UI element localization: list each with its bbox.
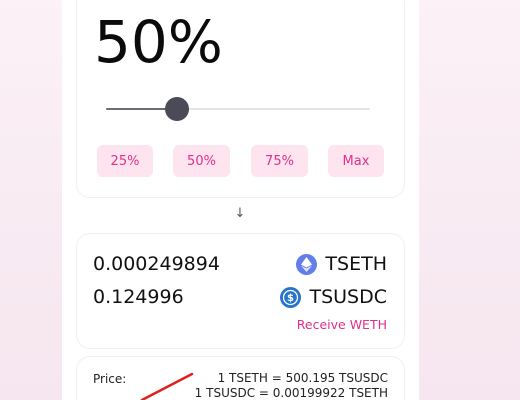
receive-weth-link[interactable]: Receive WETH [297,317,387,332]
tseth-label: TSETH [325,253,387,275]
max-button[interactable]: Max [328,145,384,177]
tsusdc-label: TSUSDC [309,286,387,308]
tseth-token: TSETH [296,253,387,275]
svg-text:$: $ [287,293,294,304]
percent-display: 50% [94,8,223,76]
percent-25-button[interactable]: 25% [97,145,153,177]
price-tseth-in-tsusdc: 1 TSETH = 500.195 TSUSDC [217,371,388,385]
annotation-arrow-icon [140,372,194,400]
price-label: Price: [93,372,127,386]
eth-icon [296,253,318,275]
percent-50-button[interactable]: 50% [173,145,230,177]
usdc-icon: $ [280,286,302,308]
arrow-down-icon: ↓ [234,206,246,221]
percent-75-button[interactable]: 75% [251,145,308,177]
tsusdc-amount: 0.124996 [93,286,184,308]
tsusdc-token: $ TSUSDC [280,286,387,308]
price-tsusdc-in-tseth: 1 TSUSDC = 0.00199922 TSETH [194,386,388,400]
tseth-amount: 0.000249894 [93,253,220,275]
